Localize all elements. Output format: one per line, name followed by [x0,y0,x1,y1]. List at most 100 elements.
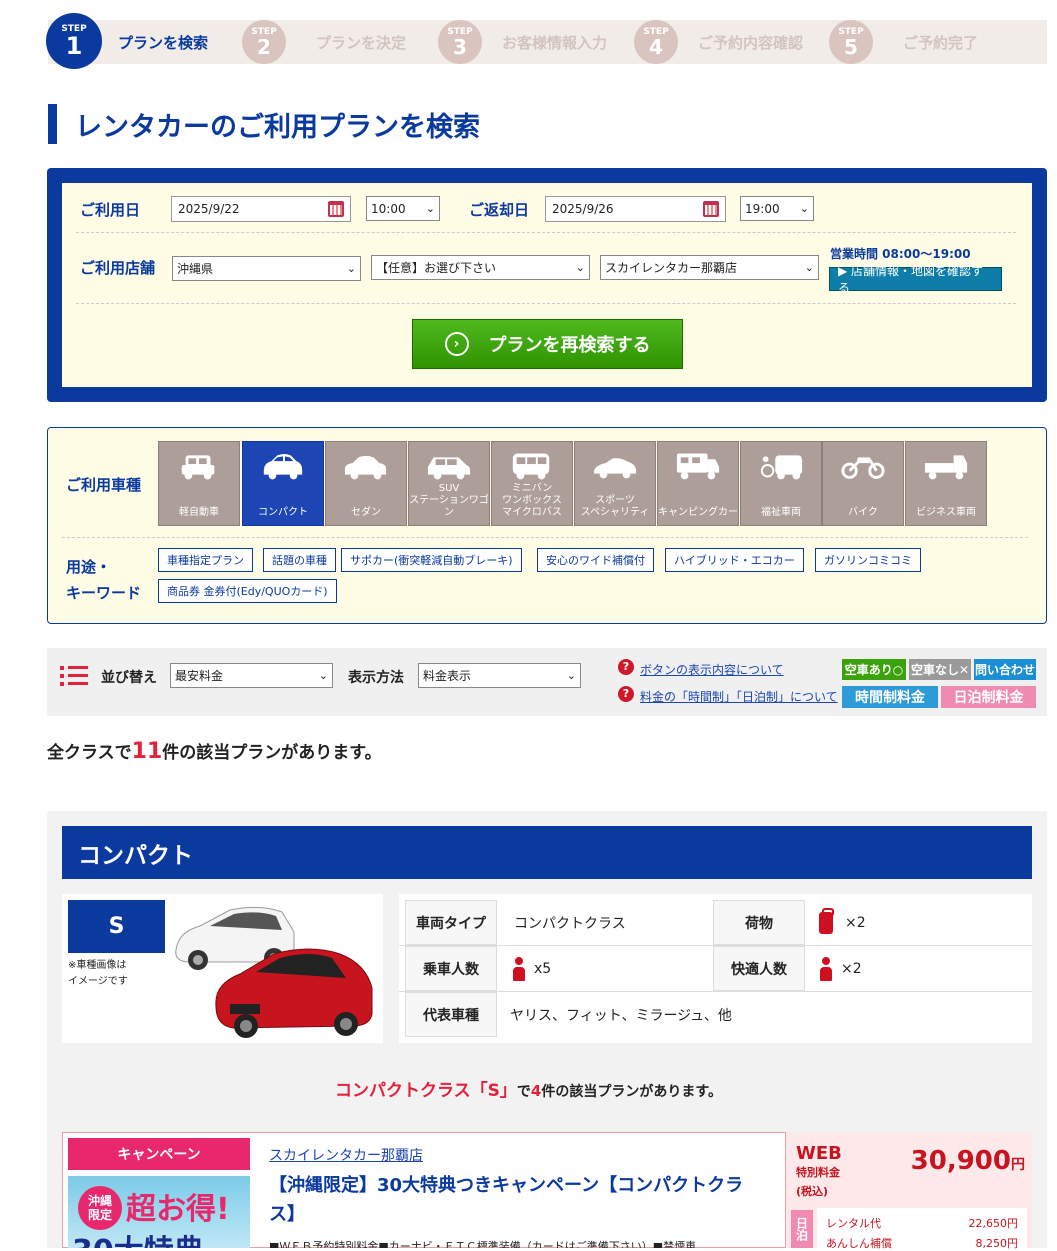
vehicle-type-tile[interactable]: 福祉車両 [740,441,822,526]
research-button[interactable]: › プランを再検索する [412,319,683,369]
step-3-label: お客様情報入力 [502,33,608,52]
use-time-select[interactable]: 10:00 ⌄ [366,196,440,221]
breakdown-insurance-label: あんしん補償 [826,1237,892,1250]
vehicle-type-tile[interactable]: スポーツ スペシャリティ [574,441,656,526]
display-method-label: 表示方法 [348,670,404,686]
use-date-label: ご利用日 [80,201,141,219]
vehicle-type-label: キャンピングカー [658,507,738,518]
class-size-badge: S [68,900,165,953]
plan-store-link[interactable]: スカイレンタカー那覇店 [269,1145,423,1165]
help-icon: ? [618,659,634,675]
vehicle-type-tile[interactable]: コンパクト [242,441,324,526]
divider [76,303,1016,304]
motorbike-icon [841,457,885,479]
chevron-down-icon: ⌄ [799,202,809,215]
plan-description: ■ＷＥＢ予約特別料金■カーナビ・ＥＴＣ標準装備（カードはご準備下さい）■禁煙車 [269,1240,697,1248]
return-date-label: ご返却日 [469,201,530,219]
vehicle-type-label: コンパクト [258,507,308,518]
tax-included-label: (税込) [796,1185,829,1198]
keyword-label-line1: 用途・ [66,558,112,576]
step-4: STEP 4 ご予約内容確認 [634,20,803,64]
class-heading: コンパクト [62,826,1032,879]
chevron-down-icon: ⌄ [566,669,576,682]
use-date-input[interactable]: 2025/9/22 [171,196,351,222]
step-3: STEP 3 お客様情報入力 [438,20,607,64]
tag-hybrid-eco[interactable]: ハイブリッド・エコカー [665,548,804,572]
car-image [175,906,373,1038]
daily-rate-tag: 日泊 [791,1210,813,1248]
vehicle-type-tile[interactable]: セダン [325,441,407,526]
camper-icon [676,453,720,480]
breakdown-rental-label: レンタル代 [826,1217,881,1230]
store-info-button[interactable]: ▶ 店舗情報・地図を確認する [829,264,1002,295]
web-label: WEB [796,1143,842,1164]
spec-value-cargo: ×2 [819,900,866,945]
store-label: ご利用店舗 [80,259,156,277]
vehicle-type-tile[interactable]: 軽自動車 [158,441,240,526]
return-date-input[interactable]: 2025/9/26 [545,196,726,222]
vehicle-type-label: バイク [848,507,878,518]
step-4-label: ご予約内容確認 [698,33,804,52]
vehicle-type-label: 軽自動車 [179,507,219,518]
spec-value-type: コンパクトクラス [514,915,626,932]
vehicle-type-tile[interactable]: バイク [822,441,904,526]
welfare-vehicle-icon [760,455,803,480]
sort-label: 並び替え [101,670,157,686]
prefecture-select[interactable]: 沖縄県 ⌄ [172,256,361,281]
vehicle-type-tile[interactable]: SUV ステーションワゴン [408,441,490,526]
calendar-icon[interactable] [328,201,344,217]
breakdown-rental-value: 22,650円 [968,1217,1019,1230]
tag-car-model-plan[interactable]: 車種指定プラン [158,548,253,572]
campaign-label: キャンペーン [68,1138,250,1170]
vehicle-type-label: ミニバン ワンボックス マイクロバス [502,483,562,518]
spec-header-comfort: 快適人数 [713,946,805,991]
vehicle-type-tile[interactable]: ミニバン ワンボックス マイクロバス [491,441,573,526]
tag-wide-insurance[interactable]: 安心のワイド補償付 [537,548,654,572]
return-time-select[interactable]: 19:00 ⌄ [740,196,814,221]
keyword-label-line2: キーワード [66,584,142,602]
step-1-label: プランを検索 [118,33,209,52]
okinawa-limited-badge: 沖縄 限定 [78,1186,122,1230]
campaign-banner-image[interactable]: 沖縄限定 超お得! 30大特典 [68,1176,250,1248]
divider [62,537,1028,538]
step-2: STEP 2 プランを決定 [242,20,406,64]
vehicle-type-tile[interactable]: キャンピングカー [657,441,739,526]
tag-popular-models[interactable]: 話題の車種 [263,548,336,572]
hourly-rate-badge: 時間制料金 [842,686,938,708]
inquiry-badge: 問い合わせ [974,659,1036,680]
vehicle-type-label: セダン [351,507,381,518]
display-method-select[interactable]: 料金表示 ⌄ [418,663,581,688]
image-note: ※車種画像は イメージです [68,960,128,987]
vehicle-type-label: スポーツ スペシャリティ [580,495,650,518]
chevron-down-icon: ⌄ [575,261,585,274]
area-select[interactable]: 【任意】お選び下さい ⌄ [371,255,590,280]
calendar-icon[interactable] [703,201,719,217]
spec-header-models: 代表車種 [405,992,497,1037]
vehicle-type-label: ご利用車種 [66,476,142,494]
vehicle-type-tile[interactable]: ビジネス車両 [905,441,987,526]
vehicle-type-label: ビジネス車両 [916,507,976,518]
result-count: 全クラスで11件の該当プランがあります。 [47,739,382,764]
sort-select[interactable]: 最安料金 ⌄ [170,663,333,688]
step-5-label: ご予約完了 [903,33,979,52]
banner-subheadline: 30大特典 [72,1226,204,1248]
chevron-down-icon: ⌄ [804,261,814,274]
spec-value-models: ヤリス、フィット、ミラージュ、他 [510,1007,732,1024]
help-icon: ? [618,686,634,702]
step-2-label: プランを決定 [316,33,407,52]
step-1: STEP 1 プランを検索 [46,13,209,69]
spec-header-passengers: 乗車人数 [405,946,497,991]
plan-title[interactable]: 【沖縄限定】30大特典つきキャンペーン【コンパクトクラス】 [269,1172,749,1230]
tag-gasoline-included[interactable]: ガソリンコミコミ [815,548,921,572]
person-icon [819,956,833,981]
spec-header-cargo: 荷物 [713,900,805,945]
store-select[interactable]: スカイレンタカー那覇店 ⌄ [600,255,819,280]
tag-safety-support-car[interactable]: サポカー(衝突軽減自動ブレーキ) [341,548,522,572]
truck-icon [924,455,968,480]
rate-system-help-link[interactable]: 料金の「時間制」「日泊制」について [640,688,838,705]
breakdown-insurance-value: 8,250円 [975,1237,1019,1250]
banner-headline: 超お得! [126,1192,230,1227]
tag-gift-voucher[interactable]: 商品券 金券付(Edy/QUOカード) [158,579,337,603]
suv-icon [427,457,471,480]
button-display-help-link[interactable]: ボタンの表示内容について [640,661,784,678]
